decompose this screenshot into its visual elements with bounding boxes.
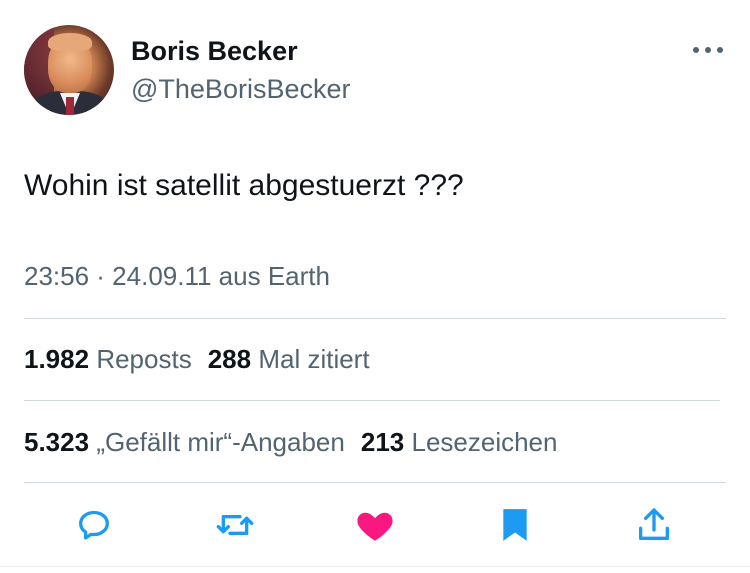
author-name[interactable]: Boris Becker (131, 34, 298, 68)
bookmarks-count: 213 (360, 427, 405, 457)
tweet-text: Wohin ist satellit abgestuerzt ??? (24, 169, 464, 202)
avatar[interactable] (24, 25, 114, 115)
share-icon (639, 508, 669, 540)
avatar-tie (66, 97, 74, 115)
more-icon (693, 47, 723, 53)
heart-filled-icon (357, 512, 393, 541)
bookmark-button[interactable] (493, 503, 537, 547)
more-options-button[interactable] (688, 36, 728, 64)
divider (24, 482, 726, 483)
reply-button[interactable] (72, 503, 116, 547)
author-handle[interactable]: @TheBorisBecker (131, 72, 350, 106)
quotes-link[interactable]: 288 Mal zitiert (208, 344, 370, 374)
likes-label: „Gefällt mir“-Angaben (96, 427, 345, 457)
reposts-link[interactable]: 1.982 Reposts (24, 344, 192, 374)
repost-button[interactable] (213, 503, 257, 547)
bookmarks-label: Lesezeichen (411, 427, 558, 457)
divider (24, 318, 726, 319)
bookmark-filled-icon (503, 509, 527, 541)
reposts-count: 1.982 (24, 344, 90, 374)
divider (24, 400, 720, 401)
like-button[interactable] (353, 503, 397, 547)
repost-icon (216, 515, 254, 535)
reposts-label: Reposts (96, 344, 192, 374)
avatar-hair (48, 33, 92, 51)
quotes-count: 288 (207, 344, 252, 374)
quotes-label: Mal zitiert (258, 344, 370, 374)
share-button[interactable] (632, 503, 676, 547)
tweet-detail: Boris Becker @TheBorisBecker Wohin ist s… (0, 0, 750, 573)
likes-link[interactable]: 5.323 „Gefällt mir“-Angaben (24, 427, 345, 457)
repost-stats-row: 1.982 Reposts 288 Mal zitiert (24, 342, 370, 376)
reply-icon (79, 510, 110, 540)
bookmarks-link[interactable]: 213 Lesezeichen (361, 427, 558, 457)
bottom-border (0, 566, 750, 567)
likes-stats-row: 5.323 „Gefällt mir“-Angaben 213 Lesezeich… (24, 425, 557, 459)
likes-count: 5.323 (24, 427, 90, 457)
tweet-timestamp[interactable]: 23:56 · 24.09.11 aus Earth (24, 259, 330, 293)
